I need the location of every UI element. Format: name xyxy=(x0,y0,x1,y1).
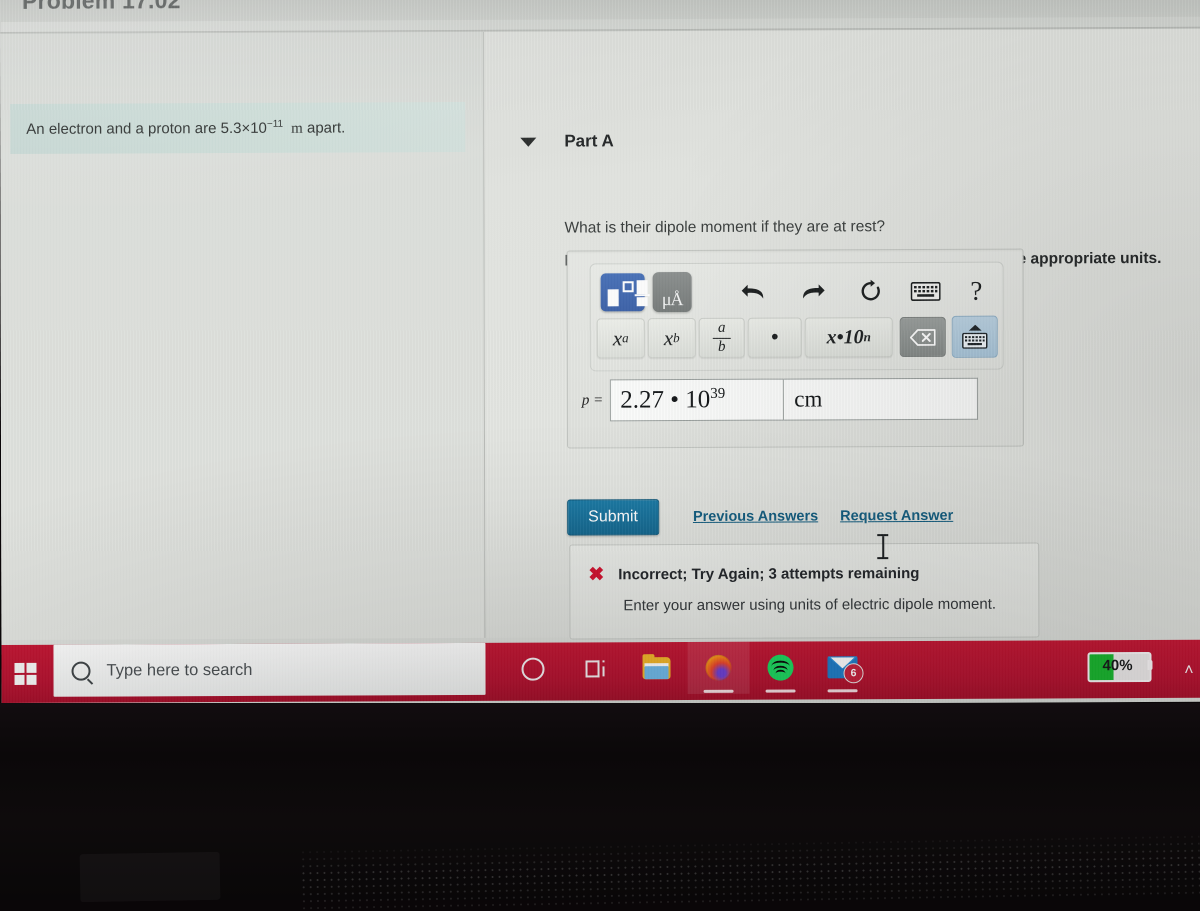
hide-keyboard-icon[interactable] xyxy=(951,315,998,358)
answer-exponent: 39 xyxy=(710,385,726,402)
problem-statement-pane: An electron and a proton are 5.3×10−11 m … xyxy=(0,31,485,640)
answer-value-input[interactable]: 2.27 • 1039 xyxy=(610,378,785,422)
answer-units-input[interactable]: cm xyxy=(784,377,979,421)
superscript-button[interactable]: xa xyxy=(596,318,645,359)
running-app-indicator-mail xyxy=(827,689,858,693)
statement-unit: m xyxy=(291,120,303,137)
previous-answers-link[interactable]: Previous Answers xyxy=(693,508,818,525)
request-answer-link[interactable]: Request Answer xyxy=(840,508,953,524)
answer-units-text: cm xyxy=(794,386,823,412)
statement-prefix: An electron and a proton are 5.3×10 xyxy=(26,119,267,138)
start-button[interactable] xyxy=(1,651,49,697)
answer-mantissa: 2.27 • 10 xyxy=(620,386,711,414)
question-text: What is their dipole moment if they are … xyxy=(564,218,886,237)
subscript-base: x xyxy=(663,325,674,350)
statement-suffix: apart. xyxy=(306,118,346,137)
battery-percent-label: 40% xyxy=(1102,656,1133,674)
part-a-label: Part A xyxy=(564,131,614,151)
file-explorer-icon xyxy=(642,654,671,680)
part-a-header[interactable]: Part A xyxy=(520,131,614,151)
firefox-icon xyxy=(705,654,732,681)
template-icon[interactable] xyxy=(600,273,650,312)
feedback-status-text: Incorrect; Try Again; 3 attempts remaini… xyxy=(618,564,920,584)
undo-icon[interactable] xyxy=(734,273,775,311)
backspace-icon[interactable] xyxy=(899,316,946,358)
problem-statement-text: An electron and a proton are 5.3×10−11 m … xyxy=(10,118,345,138)
keyboard-icon[interactable] xyxy=(905,272,946,310)
superscript-exp: a xyxy=(622,330,629,346)
running-app-indicator-spotify xyxy=(765,689,796,693)
math-toolbar-row-2: xa xb a b • x•10 n xyxy=(596,313,999,363)
taskbar-item-file-explorer[interactable] xyxy=(625,642,687,694)
taskbar-item-mail[interactable]: 6 xyxy=(811,641,873,693)
scientific-notation-button[interactable]: x•10 n xyxy=(804,317,893,358)
battery-cap-icon xyxy=(1147,659,1153,670)
subscript-button[interactable]: xb xyxy=(647,317,696,359)
math-toolbar: μÅ ? x a x b a b • x•10 n xyxy=(589,261,1004,372)
math-toolbar-row-1: μÅ ? xyxy=(599,269,997,315)
task-view-icon xyxy=(584,659,605,677)
sci-base: x•10 xyxy=(826,325,864,348)
search-icon xyxy=(71,661,91,681)
feedback-box: ✖ Incorrect; Try Again; 3 attempts remai… xyxy=(569,542,1040,640)
subscript-idx: b xyxy=(673,330,680,346)
answer-input-row: p = 2.27 • 1039 cm xyxy=(581,377,979,422)
sci-exp: n xyxy=(863,329,871,345)
search-placeholder: Type here to search xyxy=(106,660,253,680)
feedback-main-row: ✖ Incorrect; Try Again; 3 attempts remai… xyxy=(588,564,920,586)
laptop-body xyxy=(0,703,1200,911)
fraction-denominator: b xyxy=(718,338,726,355)
answer-entry-panel: μÅ ? x a x b a b • x•10 n p = 2.27 • 103… xyxy=(566,248,1025,449)
windows-logo-icon xyxy=(14,662,37,685)
mail-icon: 6 xyxy=(827,656,864,684)
superscript-base: x xyxy=(612,325,623,350)
mail-badge: 6 xyxy=(843,663,864,684)
text-cursor xyxy=(877,534,889,560)
windows-taskbar: Type here to search 6 40% ˄ xyxy=(1,639,1200,703)
taskbar-item-firefox[interactable] xyxy=(687,641,750,695)
spotify-icon xyxy=(767,654,794,681)
taskbar-item-task-view[interactable] xyxy=(563,642,625,694)
answer-symbol-label: p = xyxy=(581,391,604,408)
redo-icon[interactable] xyxy=(792,272,833,310)
cortana-icon xyxy=(520,657,545,681)
search-input[interactable]: Type here to search xyxy=(53,642,486,697)
reset-icon[interactable] xyxy=(851,272,892,310)
taskbar-item-spotify[interactable] xyxy=(749,641,811,693)
tray-overflow-chevron-icon[interactable]: ˄ xyxy=(1184,662,1193,680)
action-row: Submit Previous Answers Request Answer xyxy=(567,498,953,536)
laptop-surface-detail xyxy=(80,852,221,902)
units-icon[interactable]: μÅ xyxy=(652,271,692,313)
error-x-icon: ✖ xyxy=(588,564,605,586)
submit-button[interactable]: Submit xyxy=(567,499,660,536)
laptop-screen: Problem 17.02 An electron and a proton a… xyxy=(0,0,1200,707)
taskbar-apps: 6 xyxy=(501,641,873,695)
taskbar-item-cortana[interactable] xyxy=(501,643,563,695)
answer-pane: Part A What is their dipole moment if th… xyxy=(484,28,1200,640)
answer-value-text: 2.27 • 1039 xyxy=(620,386,725,415)
battery-status[interactable]: 40% xyxy=(1087,651,1153,683)
statement-exponent: −11 xyxy=(266,118,284,130)
dot-operator-button[interactable]: • xyxy=(747,317,802,358)
help-icon[interactable]: ? xyxy=(956,272,997,310)
chevron-down-icon[interactable] xyxy=(520,137,537,147)
fraction-numerator: a xyxy=(717,319,726,336)
active-app-indicator xyxy=(703,689,734,693)
problem-statement-box: An electron and a proton are 5.3×10−11 m … xyxy=(10,101,466,154)
feedback-hint-text: Enter your answer using units of electri… xyxy=(623,595,997,615)
speaker-grille xyxy=(299,833,1200,911)
page-title: Problem 17.02 xyxy=(21,0,181,14)
fraction-button[interactable]: a b xyxy=(698,317,745,358)
